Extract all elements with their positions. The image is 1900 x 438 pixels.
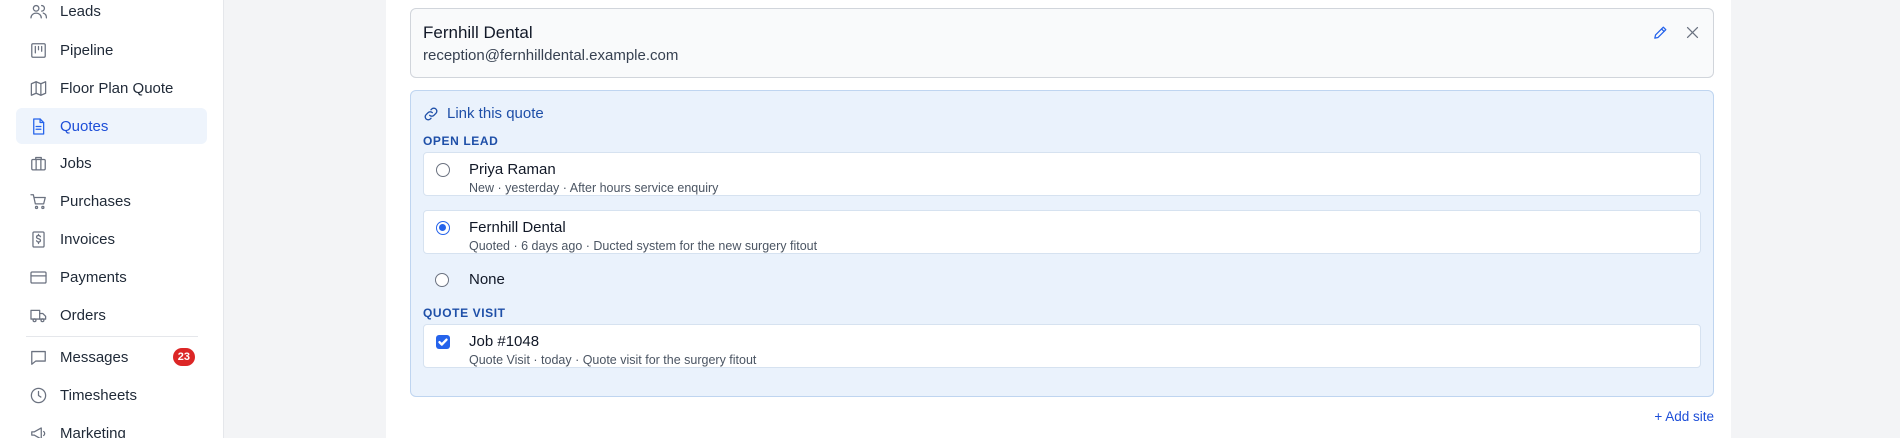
sidebar-item-invoices[interactable]: Invoices <box>16 221 207 257</box>
contact-actions <box>1649 21 1703 43</box>
lead-radio[interactable] <box>436 163 450 177</box>
sidebar-divider <box>26 336 198 337</box>
sidebar-item-label: Pipeline <box>60 41 114 59</box>
visit-option-job-1048[interactable]: Job #1048 Quote Visit · today · Quote vi… <box>423 324 1701 368</box>
sidebar-item-timesheets[interactable]: Timesheets <box>16 377 207 413</box>
contact-name: Fernhill Dental <box>423 23 533 42</box>
none-label: None <box>469 271 505 288</box>
kanban-icon <box>28 40 48 60</box>
sidebar-item-label: Payments <box>60 268 127 286</box>
dollar-invoice-icon <box>28 229 48 249</box>
lead-option-title: Fernhill Dental <box>469 219 566 236</box>
none-radio[interactable] <box>435 272 449 287</box>
sidebar-item-label: Marketing <box>60 424 126 438</box>
lead-option-title: Priya Raman <box>469 161 556 178</box>
document-icon <box>28 116 48 136</box>
truck-icon <box>28 305 48 325</box>
sidebar-item-label: Jobs <box>60 154 92 172</box>
lead-option-subtitle: Quoted · 6 days ago · Ducted system for … <box>469 239 818 253</box>
sidebar-item-marketing[interactable]: Marketing <box>16 415 207 438</box>
visit-option-title: Job #1048 <box>469 333 540 350</box>
sidebar-item-orders[interactable]: Orders <box>16 297 207 333</box>
map-icon <box>28 78 48 98</box>
pencil-icon <box>1653 26 1666 39</box>
message-icon <box>28 347 48 367</box>
sidebar-item-label: Purchases <box>60 192 131 210</box>
close-icon <box>1686 26 1698 38</box>
edit-contact-button[interactable] <box>1649 21 1671 43</box>
sidebar-item-label: Floor Plan Quote <box>60 79 174 97</box>
lead-radio-selected[interactable] <box>436 221 450 235</box>
lead-option-priya-raman[interactable]: Priya Raman New · yesterday · After hour… <box>423 152 1701 196</box>
visit-option-subtitle: Quote Visit · today · Quote visit for th… <box>469 353 757 367</box>
remove-contact-button[interactable] <box>1681 21 1703 43</box>
linked-contact-card: Fernhill Dental reception@fernhilldental… <box>410 8 1714 78</box>
sidebar-item-label: Messages <box>60 348 129 366</box>
link-quote-section: Link this quote OPEN LEAD Priya Raman Ne… <box>410 90 1714 397</box>
sidebar-item-jobs[interactable]: Jobs <box>16 145 207 181</box>
lead-option-subtitle: New · yesterday · After hours service en… <box>469 181 719 195</box>
sidebar-item-label: Orders <box>60 306 106 324</box>
open-lead-label: OPEN LEAD <box>423 134 499 148</box>
sidebar-item-pipeline[interactable]: Pipeline <box>16 32 207 68</box>
sidebar-item-label: Timesheets <box>60 386 137 404</box>
users-icon <box>28 1 48 21</box>
credit-card-icon <box>28 267 48 287</box>
sidebar-item-leads[interactable]: Leads <box>16 0 207 29</box>
link-quote-title: Link this quote <box>447 105 544 122</box>
sidebar-item-floor-plan-quote[interactable]: Floor Plan Quote <box>16 70 207 106</box>
visit-checkbox[interactable] <box>436 335 450 349</box>
sidebar-item-label: Invoices <box>60 230 116 248</box>
sidebar-item-label: Leads <box>60 2 101 20</box>
add-site-link[interactable]: + Add site <box>1654 409 1714 424</box>
clock-icon <box>28 385 48 405</box>
megaphone-icon <box>28 423 48 438</box>
checkmark-icon <box>438 338 448 346</box>
sidebar-item-quotes[interactable]: Quotes <box>16 108 207 144</box>
quote-visit-label: QUOTE VISIT <box>423 306 506 320</box>
sidebar-item-label: Quotes <box>60 117 109 135</box>
lead-option-fernhill-dental[interactable]: Fernhill Dental Quoted · 6 days ago · Du… <box>423 210 1701 254</box>
briefcase-icon <box>28 153 48 173</box>
messages-count-badge: 23 <box>172 348 195 366</box>
contact-email: reception@fernhilldental.example.com <box>423 47 679 64</box>
sidebar-item-purchases[interactable]: Purchases <box>16 183 207 219</box>
lead-option-none[interactable]: None <box>423 271 505 288</box>
sidebar: Leads Pipeline Floor Plan Quote Quotes J… <box>0 0 224 438</box>
sidebar-item-payments[interactable]: Payments <box>16 259 207 295</box>
cart-icon <box>28 191 48 211</box>
link-quote-header: Link this quote <box>423 105 544 122</box>
link-icon <box>424 107 438 120</box>
sidebar-item-messages[interactable]: Messages 23 <box>16 339 207 375</box>
